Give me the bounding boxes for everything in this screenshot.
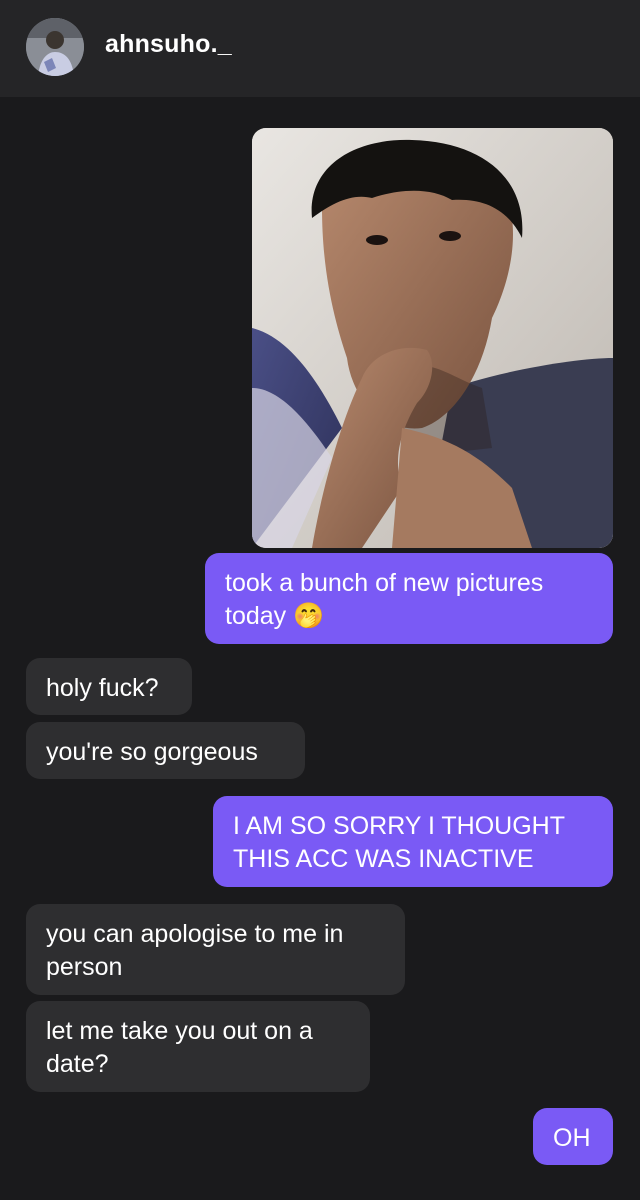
photo-image [252,128,613,548]
chat-header: ahnsuho._ [0,0,640,97]
avatar[interactable] [26,18,84,76]
incoming-message[interactable]: holy fuck? [26,658,192,715]
username[interactable]: ahnsuho._ [105,30,232,59]
outgoing-message[interactable]: I AM SO SORRY I THOUGHT THIS ACC WAS INA… [213,796,613,887]
incoming-message[interactable]: let me take you out on a date? [26,1001,370,1092]
profile-avatar-icon [26,18,84,76]
incoming-message[interactable]: you can apologise to me in person [26,904,405,995]
outgoing-message[interactable]: took a bunch of new pictures today 🤭 [205,553,613,644]
message-photo[interactable] [252,128,613,548]
message-thread: took a bunch of new pictures today 🤭 hol… [0,97,640,1200]
incoming-message[interactable]: you're so gorgeous [26,722,305,779]
outgoing-message[interactable]: OH [533,1108,613,1165]
